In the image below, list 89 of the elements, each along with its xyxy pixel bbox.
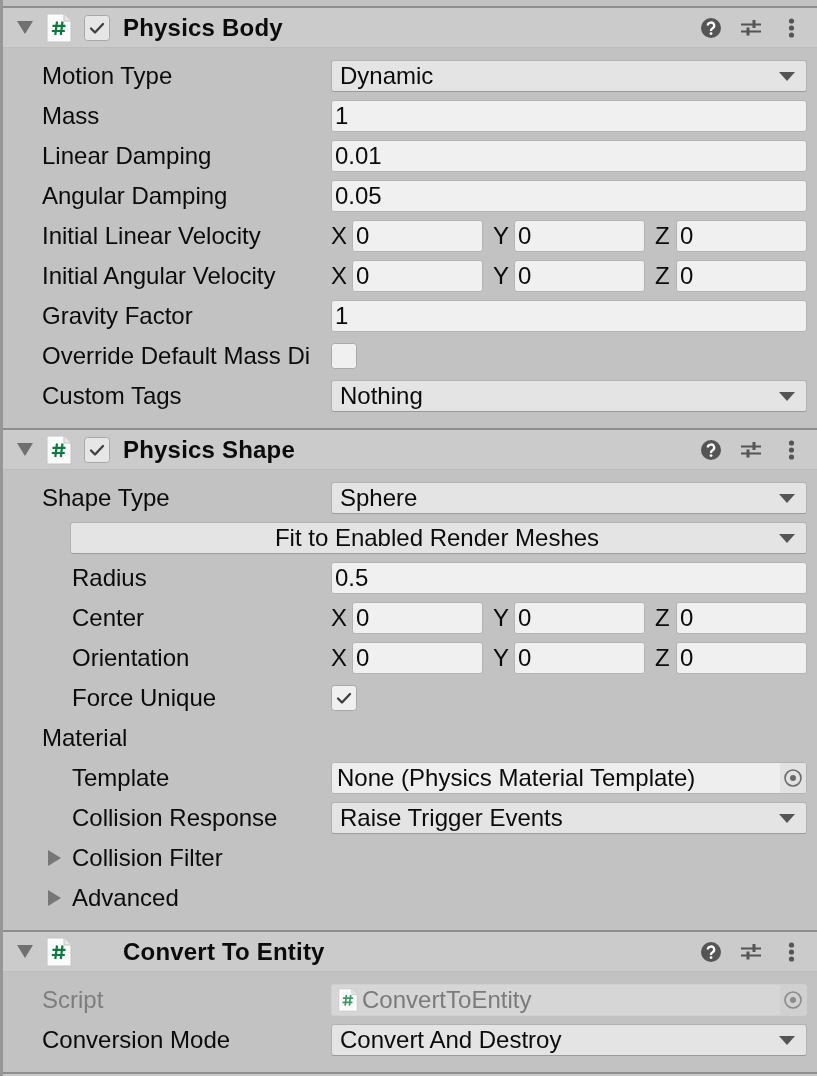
input-field[interactable]: 0 [514,602,645,634]
target-icon[interactable] [780,763,806,793]
input-field[interactable]: 0 [352,602,483,634]
sliders-icon[interactable] [741,941,761,962]
field-label: Conversion Mode [42,1026,232,1054]
object-field[interactable]: None (Physics Material Template) [331,762,807,794]
field-label: Orientation [72,644,191,672]
input-field[interactable]: 0 [514,260,645,292]
caret-icon [779,1035,795,1045]
field-label: Initial Linear Velocity [42,222,262,250]
kebab-menu-icon[interactable] [788,17,795,38]
input-field[interactable]: 1 [331,300,807,332]
foldout-label[interactable]: Collision Filter [72,844,223,872]
kebab-menu-icon[interactable] [788,941,795,962]
input-field[interactable]: 0.5 [331,562,807,594]
checkbox[interactable] [331,343,357,369]
caret-icon[interactable] [17,443,33,456]
input-field[interactable]: 0 [676,642,807,674]
axis-label: Y [493,262,510,290]
dropdown[interactable]: Dynamic [331,60,807,92]
input-field[interactable]: 0 [514,642,645,674]
field-label: Template [72,764,171,792]
field-label: Override Default Mass Di [42,342,312,370]
dropdown[interactable]: Nothing [331,380,807,412]
component-title: Physics Shape [123,435,296,464]
field-label: Linear Damping [42,142,213,170]
dropdown-button[interactable]: Fit to Enabled Render Meshes [70,522,807,554]
component-title: Physics Body [123,13,283,42]
field-label: Custom Tags [42,382,183,410]
field-label: Angular Damping [42,182,229,210]
foldout-label[interactable]: Advanced [72,884,179,912]
checkbox[interactable] [84,14,110,41]
axis-label: Z [655,222,671,250]
axis-label: Z [655,644,671,672]
axis-label: X [331,644,348,672]
field-label: Initial Angular Velocity [42,262,277,290]
caret-icon[interactable] [17,945,33,958]
axis-label: X [331,262,348,290]
component-title: Convert To Entity [123,937,325,966]
input-field[interactable]: 0 [352,260,483,292]
kebab-menu-icon[interactable] [788,439,795,460]
help-icon[interactable] [701,439,721,460]
help-icon[interactable] [701,941,721,962]
caret-icon [779,71,795,81]
caret-icon[interactable] [17,21,33,34]
dropdown[interactable]: Convert And Destroy [331,1024,807,1056]
axis-label: Y [493,604,510,632]
script-icon [46,434,72,465]
caret-icon[interactable] [48,890,61,906]
input-field[interactable]: 0 [514,220,645,252]
checkbox[interactable] [84,436,110,463]
caret-icon [779,493,795,503]
dropdown[interactable]: Sphere [331,482,807,514]
field-label: Motion Type [42,62,174,90]
caret-icon [779,813,795,823]
axis-label: Y [493,222,510,250]
input-field[interactable]: 0.01 [331,140,807,172]
axis-label: X [331,222,348,250]
caret-icon[interactable] [48,850,61,866]
sliders-icon[interactable] [741,17,761,38]
input-field[interactable]: 0.05 [331,180,807,212]
axis-label: X [331,604,348,632]
axis-label: Z [655,262,671,290]
field-label: Gravity Factor [42,302,194,330]
dropdown[interactable]: Raise Trigger Events [331,802,807,834]
help-icon[interactable] [701,17,721,38]
script-icon [338,988,358,1012]
field-label: Force Unique [72,684,218,712]
input-field[interactable]: 0 [676,602,807,634]
script-icon [46,12,72,43]
field-label: Mass [42,102,101,130]
script-icon [46,936,72,967]
axis-label: Z [655,604,671,632]
field-label: Radius [72,564,148,592]
caret-icon [779,391,795,401]
caret-icon [779,533,795,543]
checkbox[interactable] [331,685,357,711]
input-field[interactable]: 0 [352,642,483,674]
axis-label: Y [493,644,510,672]
input-field[interactable]: 0 [676,220,807,252]
field-label: Shape Type [42,484,171,512]
field-label: Material [42,724,128,752]
field-label: Script [42,986,105,1014]
input-field[interactable]: 1 [331,100,807,132]
sliders-icon[interactable] [741,439,761,460]
field-label: Collision Response [72,804,279,832]
input-field[interactable]: 0 [352,220,483,252]
input-field[interactable]: 0 [676,260,807,292]
field-label: Center [72,604,146,632]
